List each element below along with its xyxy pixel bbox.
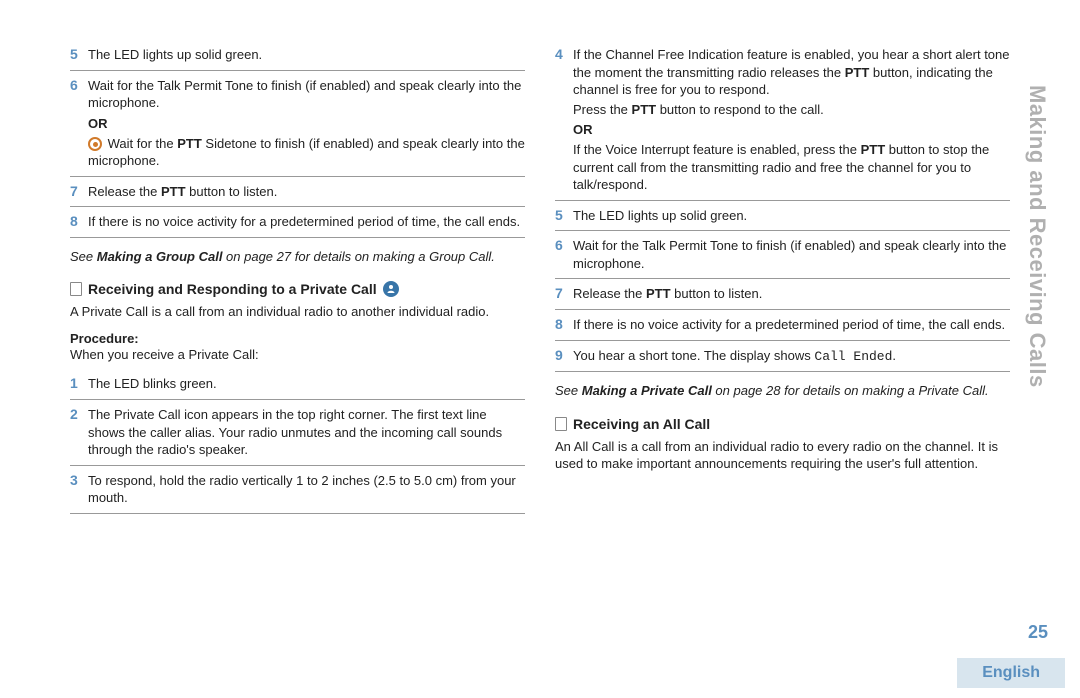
text: Release the xyxy=(573,286,646,301)
bold: Making a Group Call xyxy=(97,249,223,264)
right-column: 4 If the Channel Free Indication feature… xyxy=(555,40,1010,514)
step-num: 3 xyxy=(70,465,88,513)
text: Wait for the xyxy=(108,136,178,151)
step-num: 8 xyxy=(70,207,88,238)
text: on page 28 for details on making a Priva… xyxy=(712,383,989,398)
step-text: The LED lights up solid green. xyxy=(573,200,1010,231)
or-label: OR xyxy=(573,122,1010,137)
step-list-3: 4 If the Channel Free Indication feature… xyxy=(555,40,1010,372)
bold: Making a Private Call xyxy=(582,383,712,398)
step-line: Wait for the Talk Permit Tone to finish … xyxy=(88,77,525,112)
cross-ref-note: See Making a Private Call on page 28 for… xyxy=(555,382,1010,400)
step-num: 6 xyxy=(70,70,88,176)
text: Release the xyxy=(88,184,161,199)
text: See xyxy=(555,383,582,398)
step-text: The LED blinks green. xyxy=(88,369,525,399)
step-num: 6 xyxy=(555,231,573,279)
step-num: 8 xyxy=(555,310,573,341)
step-line: Press the PTT button to respond to the c… xyxy=(573,101,1010,119)
step-num: 1 xyxy=(70,369,88,399)
step-text: Release the PTT button to listen. xyxy=(88,176,525,207)
ptt-icon xyxy=(88,137,102,151)
heading-text: Receiving and Responding to a Private Ca… xyxy=(88,281,377,297)
procedure-label: Procedure: xyxy=(70,331,525,346)
or-label: OR xyxy=(88,116,525,131)
text: See xyxy=(70,249,97,264)
step-text: If there is no voice activity for a pred… xyxy=(88,207,525,238)
step-text: Wait for the Talk Permit Tone to finish … xyxy=(573,231,1010,279)
section-intro: A Private Call is a call from an individ… xyxy=(70,303,525,321)
procedure-text: When you receive a Private Call: xyxy=(70,346,525,364)
step-num: 7 xyxy=(70,176,88,207)
bold: PTT xyxy=(177,136,202,151)
language-label: English xyxy=(957,658,1065,688)
step-num: 5 xyxy=(70,40,88,70)
heading-text: Receiving an All Call xyxy=(573,416,710,432)
step-text: Release the PTT button to listen. xyxy=(573,279,1010,310)
bold: PTT xyxy=(161,184,186,199)
document-icon xyxy=(555,417,567,431)
step-num: 7 xyxy=(555,279,573,310)
text: If the Voice Interrupt feature is enable… xyxy=(573,142,861,157)
text: on page 27 for details on making a Group… xyxy=(222,249,494,264)
section-heading-all-call: Receiving an All Call xyxy=(555,416,1010,432)
document-icon xyxy=(70,282,82,296)
step-text: To respond, hold the radio vertically 1 … xyxy=(88,465,525,513)
chapter-title-vertical: Making and Receiving Calls xyxy=(1024,85,1050,388)
person-icon xyxy=(383,281,399,297)
section-heading-private-call: Receiving and Responding to a Private Ca… xyxy=(70,281,525,297)
text: Press the xyxy=(573,102,632,117)
step-line: Wait for the PTT Sidetone to finish (if … xyxy=(88,135,525,170)
step-text: If the Channel Free Indication feature i… xyxy=(573,40,1010,200)
text: You hear a short tone. The display shows xyxy=(573,348,814,363)
section-intro: An All Call is a call from an individual… xyxy=(555,438,1010,473)
step-text: You hear a short tone. The display shows… xyxy=(573,340,1010,372)
text: button to listen. xyxy=(671,286,763,301)
text: button to listen. xyxy=(186,184,278,199)
step-text: The LED lights up solid green. xyxy=(88,40,525,70)
step-num: 4 xyxy=(555,40,573,200)
step-list-2: 1 The LED blinks green. 2 The Private Ca… xyxy=(70,369,525,513)
step-line: If the Channel Free Indication feature i… xyxy=(573,46,1010,99)
bold: PTT xyxy=(646,286,671,301)
cross-ref-note: See Making a Group Call on page 27 for d… xyxy=(70,248,525,266)
step-text: If there is no voice activity for a pred… xyxy=(573,310,1010,341)
step-num: 5 xyxy=(555,200,573,231)
step-text: Wait for the Talk Permit Tone to finish … xyxy=(88,70,525,176)
mono-text: Call Ended xyxy=(814,349,892,364)
bold: PTT xyxy=(861,142,886,157)
step-list-1: 5 The LED lights up solid green. 6 Wait … xyxy=(70,40,525,238)
page-number: 25 xyxy=(1028,622,1048,643)
bold: PTT xyxy=(632,102,657,117)
bold: PTT xyxy=(845,65,870,80)
text: . xyxy=(892,348,896,363)
step-text: The Private Call icon appears in the top… xyxy=(88,400,525,466)
text: button to respond to the call. xyxy=(656,102,824,117)
step-num: 2 xyxy=(70,400,88,466)
step-num: 9 xyxy=(555,340,573,372)
left-column: 5 The LED lights up solid green. 6 Wait … xyxy=(70,40,525,514)
step-line: If the Voice Interrupt feature is enable… xyxy=(573,141,1010,194)
